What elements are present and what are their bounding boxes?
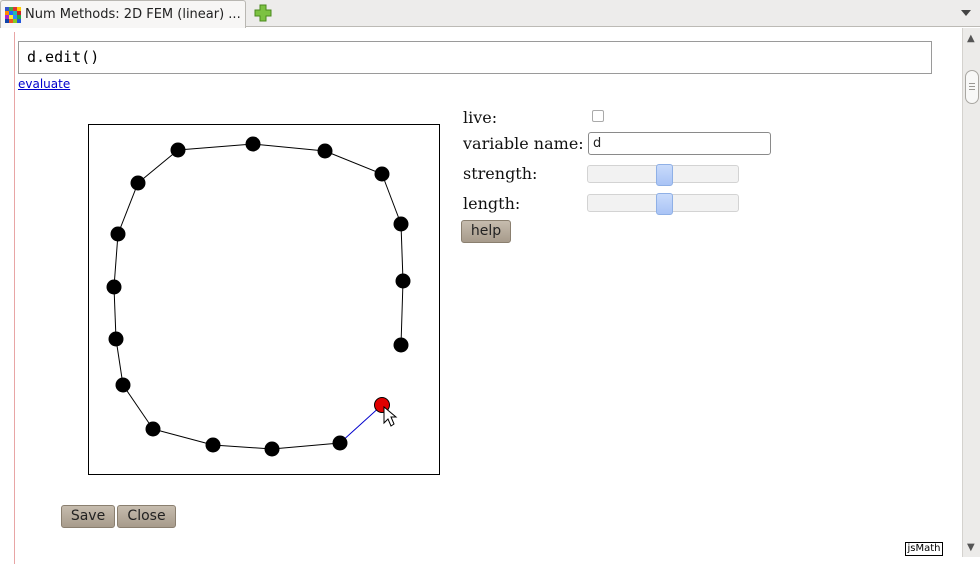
chain-edge (137, 149, 179, 184)
chain-node[interactable] (115, 377, 131, 393)
chain-node[interactable] (374, 166, 390, 182)
save-button[interactable]: Save (61, 505, 115, 528)
chain-node[interactable] (110, 226, 126, 242)
plus-icon[interactable] (254, 4, 272, 22)
worksheet-content: d.edit() evaluate live: variable name: d… (0, 28, 962, 564)
variable-name-input[interactable]: d (588, 132, 771, 155)
browser-tab[interactable]: Num Methods: 2D FEM (linear) ... (0, 0, 246, 28)
live-label: live: (463, 108, 498, 127)
chain-edge (117, 182, 139, 235)
length-label: length: (463, 194, 521, 213)
chain-edge (400, 280, 404, 346)
close-button[interactable]: Close (117, 505, 176, 528)
chain-edge (324, 150, 383, 175)
chain-node[interactable] (205, 437, 221, 453)
help-button[interactable]: help (461, 220, 511, 243)
tab-title: Num Methods: 2D FEM (linear) ... (25, 7, 241, 22)
chain-node[interactable] (245, 136, 261, 152)
chain-edge (122, 384, 154, 430)
chain-node[interactable] (332, 435, 348, 451)
scroll-up-icon[interactable]: ▲ (967, 33, 975, 44)
cell-input[interactable]: d.edit() (18, 41, 932, 74)
chain-edge (271, 442, 341, 450)
chain-node[interactable] (145, 421, 161, 437)
strength-slider[interactable] (587, 164, 739, 186)
chain-edge (381, 173, 402, 225)
chain-node[interactable] (130, 175, 146, 191)
cell-code: d.edit() (27, 48, 100, 66)
strength-slider-handle[interactable] (656, 164, 673, 186)
scrollbar-thumb[interactable] (965, 70, 979, 104)
length-slider[interactable] (587, 193, 739, 215)
chain-edge (400, 223, 404, 282)
jsmath-badge[interactable]: jsMath (905, 542, 943, 556)
chain-node[interactable] (395, 273, 411, 289)
chain-node[interactable] (170, 142, 186, 158)
favicon-icon (5, 7, 21, 23)
chain-node[interactable] (264, 441, 280, 457)
chain-node[interactable] (317, 143, 333, 159)
length-slider-handle[interactable] (656, 193, 673, 215)
scroll-down-icon[interactable]: ▼ (967, 542, 975, 553)
chain-edge (113, 233, 119, 288)
active-edge (339, 404, 383, 444)
cell-margin-line (14, 32, 15, 564)
chain-edge (152, 428, 214, 446)
variable-name-label: variable name: (463, 134, 584, 153)
live-checkbox[interactable] (592, 110, 604, 122)
variable-name-value: d (593, 136, 602, 151)
chain-edge (177, 143, 254, 151)
chevron-down-icon[interactable] (959, 6, 973, 20)
strength-label: strength: (463, 164, 538, 183)
chain-edge (212, 444, 273, 450)
evaluate-link[interactable]: evaluate (18, 77, 70, 91)
vertical-scrollbar[interactable]: ▲ ▼ (962, 28, 980, 557)
chain-node[interactable] (393, 337, 409, 353)
chain-edge (113, 286, 117, 340)
chain-drawing[interactable] (88, 124, 440, 475)
chain-edge (252, 143, 326, 152)
chain-node[interactable] (393, 216, 409, 232)
mouse-cursor-icon (383, 405, 398, 427)
chain-node[interactable] (106, 279, 122, 295)
edit-canvas[interactable] (88, 124, 440, 475)
chain-node[interactable] (108, 331, 124, 347)
tab-bar: Num Methods: 2D FEM (linear) ... (0, 0, 980, 28)
